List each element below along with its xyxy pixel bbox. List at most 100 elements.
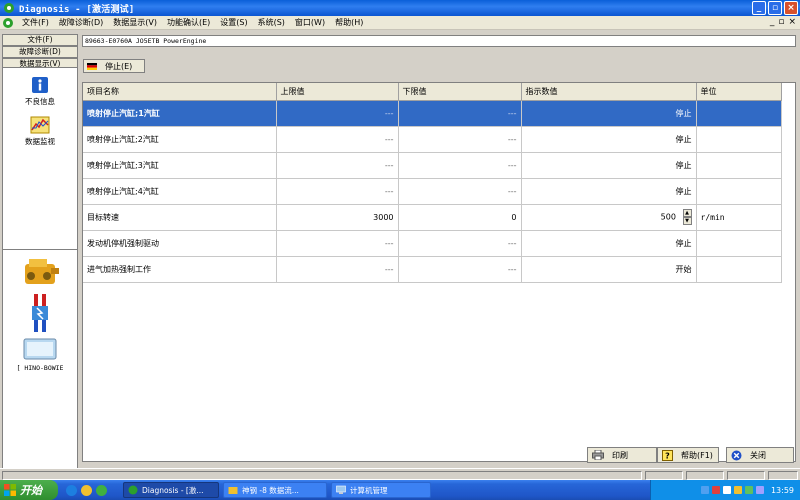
cell-item-name: 喷射停止汽缸;3汽缸 [83, 152, 277, 179]
header-unit[interactable]: 单位 [696, 83, 782, 101]
tool-fault-info[interactable]: 不良信息 [3, 76, 77, 107]
table-row[interactable]: 发动机停机强制驱动 --- --- 停止 [83, 230, 782, 257]
maximize-button[interactable]: ▫ [768, 1, 782, 15]
folder-icon [228, 487, 238, 494]
header-upper-limit[interactable]: 上限值 [276, 83, 399, 101]
status-cell-main [2, 471, 642, 480]
stop-button[interactable]: 停止(E) [83, 59, 145, 73]
cell-item-name: 喷射停止汽缸;4汽缸 [83, 178, 277, 205]
cell-value[interactable]: 停止 [521, 152, 697, 179]
task-label: 神钢 -8 数据流... [242, 485, 299, 495]
stepper-down-icon[interactable]: ▼ [682, 217, 692, 225]
menu-diagnosis[interactable]: 故障诊断(D) [54, 17, 108, 28]
cell-lower: --- [398, 100, 522, 127]
cell-item-name: 喷射停止汽缸;2汽缸 [83, 126, 277, 153]
cell-unit [696, 256, 782, 283]
task-data-stream[interactable]: 神钢 -8 数据流... [223, 482, 327, 498]
printer-icon [592, 450, 604, 460]
media-icon[interactable] [96, 484, 107, 496]
stop-button-label: 停止(E) [105, 61, 133, 71]
tray-alert-icon[interactable] [733, 486, 742, 494]
status-bar [0, 468, 800, 480]
system-tray: 13:59 [650, 480, 800, 500]
table-row[interactable]: 喷射停止汽缸;1汽缸 --- --- 停止 [83, 100, 782, 127]
cell-upper: --- [276, 100, 399, 127]
menu-data-display[interactable]: 数据显示(V) [108, 17, 162, 28]
menu-function-check[interactable]: 功能确认(E) [162, 17, 215, 28]
main-area: 89663-E0760A JO5ETB PowerEngine 停止(E) 项目… [80, 31, 800, 480]
cell-lower: --- [398, 152, 522, 179]
tool-data-monitor-label: 数据监视 [25, 137, 55, 146]
cell-unit [696, 152, 782, 179]
header-item-name[interactable]: 项目名称 [83, 83, 277, 101]
menu-settings[interactable]: 设置(S) [215, 17, 252, 28]
table-row[interactable]: 喷射停止汽缸;2汽缸 --- --- 停止 [83, 126, 782, 153]
cell-value[interactable]: 停止 [521, 230, 697, 257]
cell-lower: --- [398, 230, 522, 257]
header-value[interactable]: 指示数值 [521, 83, 697, 101]
task-label: Diagnosis - [激... [142, 485, 204, 495]
cell-value-stepper[interactable]: 500 ▲ ▼ [521, 204, 697, 231]
folder-icon[interactable] [81, 484, 92, 496]
stepper-up-icon[interactable]: ▲ [682, 209, 692, 217]
cell-value[interactable]: 停止 [521, 126, 697, 153]
cell-value[interactable]: 停止 [521, 100, 697, 127]
tray-network-icon[interactable] [700, 486, 709, 494]
cell-upper: 3000 [276, 204, 399, 231]
mdi-restore-button[interactable]: ▫ [778, 17, 784, 27]
left-tab-diagnosis[interactable]: 故障诊断(D) [2, 46, 78, 58]
header-lower-limit[interactable]: 下限值 [398, 83, 522, 101]
title-bar: Diagnosis - [激活测试] _ ▫ × [0, 0, 800, 16]
cell-unit [696, 100, 782, 127]
task-computer-management[interactable]: 计算机管理 [331, 482, 431, 498]
tray-security-icon[interactable] [711, 486, 720, 494]
status-cell [686, 471, 724, 480]
left-tab-file[interactable]: 文件(F) [2, 34, 78, 46]
cell-value[interactable]: 停止 [521, 178, 697, 205]
table-row[interactable]: 进气加热强制工作 --- --- 开始 [83, 256, 782, 283]
menu-file[interactable]: 文件(F) [17, 17, 54, 28]
cell-upper: --- [276, 126, 399, 153]
close-window-button[interactable]: × [784, 1, 798, 15]
window-controls: _ ▫ × [752, 1, 798, 15]
ie-icon[interactable] [66, 484, 77, 496]
print-button[interactable]: 印刷 [587, 447, 657, 463]
minimize-button[interactable]: _ [752, 1, 766, 15]
connector-icon [32, 294, 48, 332]
table-row[interactable]: 目标转速 3000 0 500 ▲ ▼ r/min [83, 204, 782, 231]
help-button[interactable]: ? 帮助(F1) [657, 447, 719, 463]
tray-volume-icon[interactable] [722, 486, 731, 494]
stepper[interactable]: ▲ ▼ [682, 209, 692, 225]
close-button[interactable]: 关闭 [726, 447, 794, 463]
tray-update-icon[interactable] [744, 486, 753, 494]
menu-system[interactable]: 系统(S) [253, 17, 290, 28]
svg-text:?: ? [665, 451, 670, 460]
start-button[interactable]: 开始 [0, 480, 58, 500]
cell-lower: --- [398, 256, 522, 283]
cell-unit [696, 230, 782, 257]
tool-data-monitor[interactable]: 数据监视 [3, 116, 77, 147]
document-icon [3, 17, 13, 28]
status-cell [727, 471, 765, 480]
task-diagnosis[interactable]: Diagnosis - [激... [123, 482, 219, 498]
table-row[interactable]: 喷射停止汽缸;3汽缸 --- --- 停止 [83, 152, 782, 179]
mdi-minimize-button[interactable]: _ [770, 17, 775, 27]
cell-upper: --- [276, 256, 399, 283]
help-button-label: 帮助(F1) [681, 450, 713, 460]
data-table: 项目名称 上限值 下限值 指示数值 单位 喷射停止汽缸;1汽缸 --- --- … [82, 82, 796, 462]
cell-upper: --- [276, 230, 399, 257]
cell-value[interactable]: 开始 [521, 256, 697, 283]
stepper-value[interactable]: 500 [661, 213, 676, 222]
menu-help[interactable]: 帮助(H) [330, 17, 368, 28]
mdi-close-button[interactable]: × [788, 17, 796, 27]
app-logo-icon [128, 485, 138, 495]
quick-launch [66, 484, 107, 496]
table-row[interactable]: 喷射停止汽缸;4汽缸 --- --- 停止 [83, 178, 782, 205]
cell-lower: --- [398, 178, 522, 205]
tray-clock[interactable]: 13:59 [771, 486, 794, 495]
menu-window[interactable]: 窗口(W) [290, 17, 330, 28]
cell-unit [696, 126, 782, 153]
app-logo-icon [4, 3, 14, 13]
ecu-info-bar: 89663-E0760A JO5ETB PowerEngine [82, 35, 796, 47]
tray-input-icon[interactable] [755, 486, 764, 494]
